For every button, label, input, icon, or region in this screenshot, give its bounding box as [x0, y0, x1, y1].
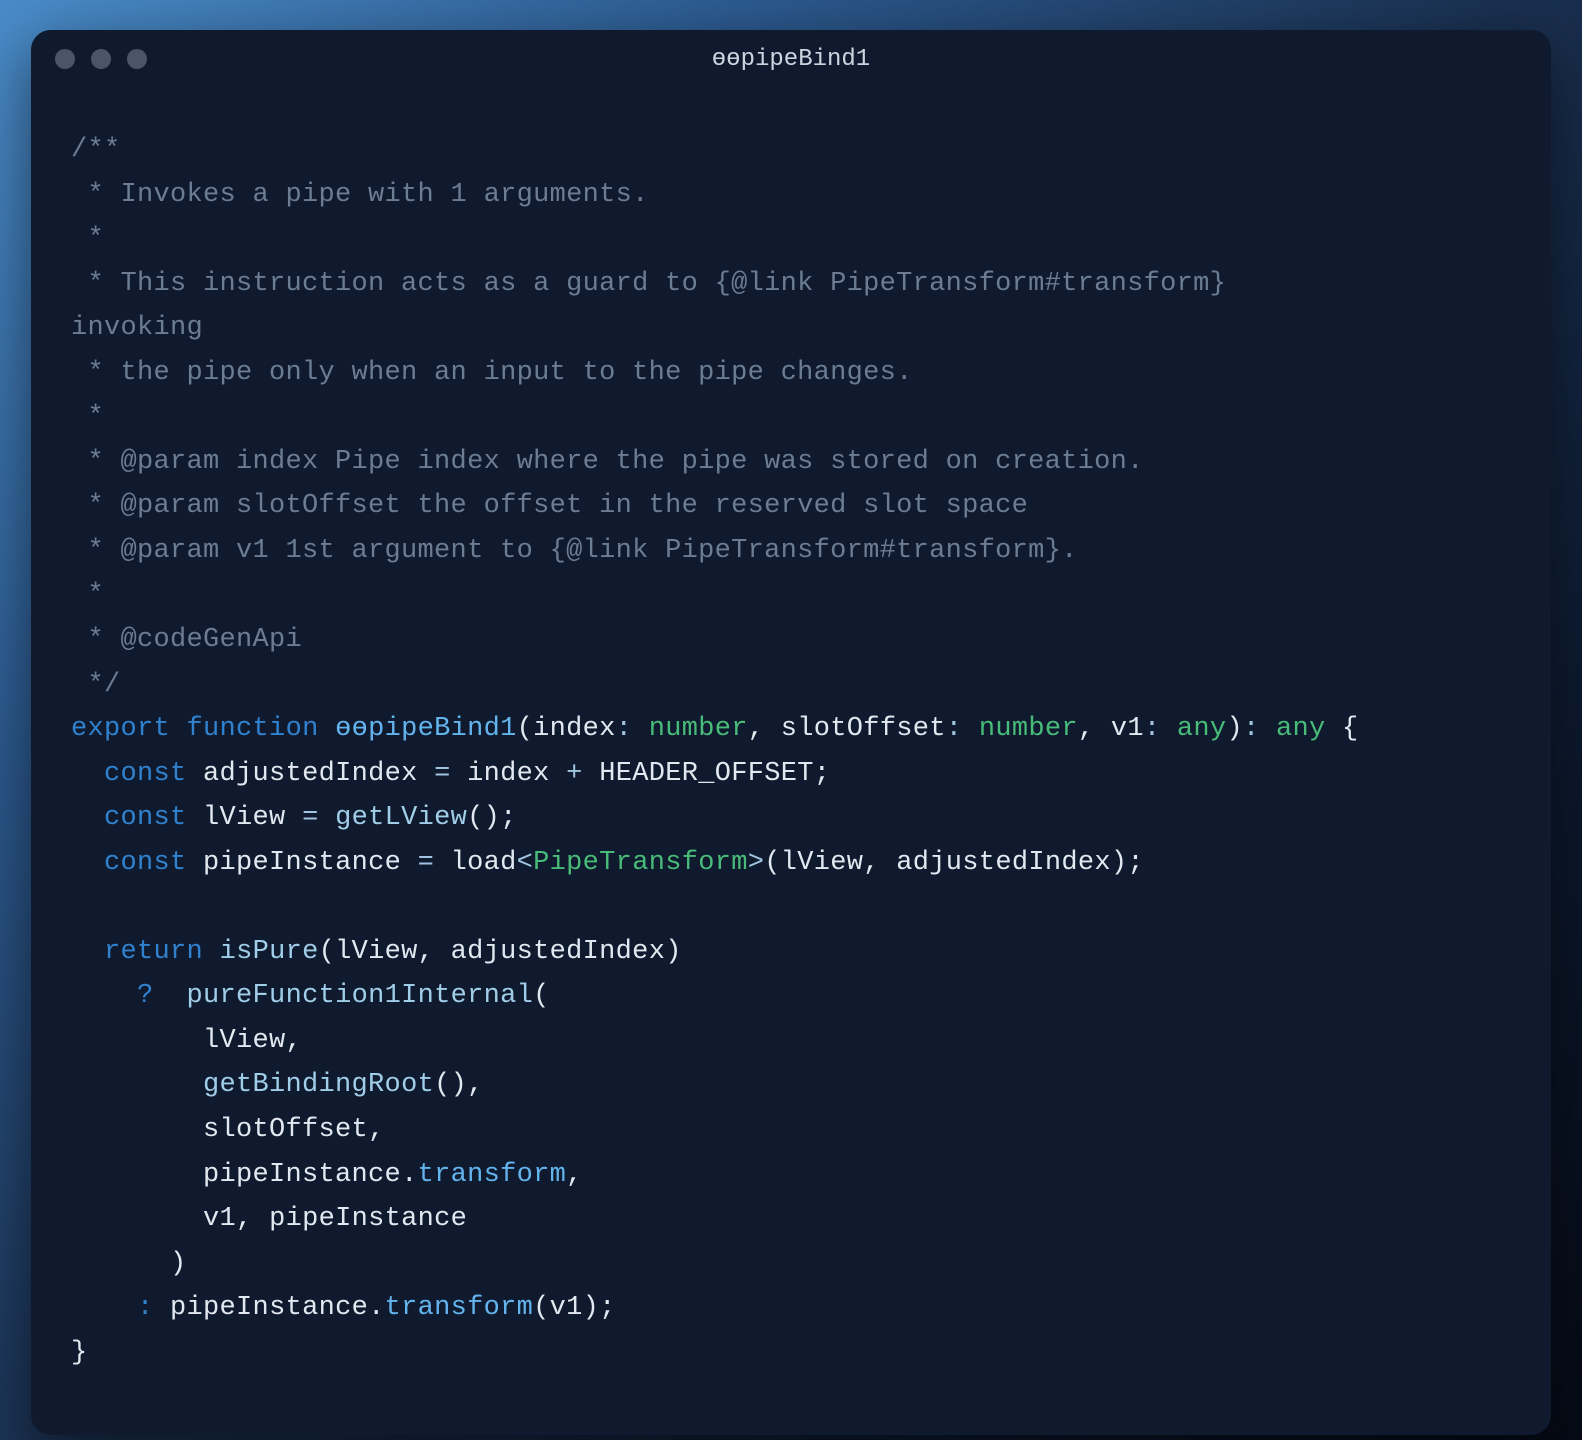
comment-line: *	[71, 224, 104, 254]
code-window: ɵɵpipeBind1 /** * Invokes a pipe with 1 …	[31, 30, 1551, 1435]
keyword-const: const	[104, 803, 187, 833]
comment-line: * Invokes a pipe with 1 arguments.	[71, 180, 649, 210]
var-adjustedindex: adjustedIndex	[203, 759, 418, 789]
traffic-lights	[55, 49, 147, 69]
call-purefunction1internal: pureFunction1Internal	[187, 981, 534, 1011]
titlebar: ɵɵpipeBind1	[31, 30, 1551, 88]
param-index: index	[533, 714, 616, 744]
comment-line: *	[71, 580, 104, 610]
keyword-function: function	[187, 714, 319, 744]
keyword-export: export	[71, 714, 170, 744]
window-title: ɵɵpipeBind1	[712, 46, 870, 73]
keyword-return: return	[104, 937, 203, 967]
param-slotoffset: slotOffset	[781, 714, 946, 744]
var-pipeinstance: pipeInstance	[203, 848, 401, 878]
comment-line: *	[71, 402, 104, 432]
type-pipetransform: PipeTransform	[533, 848, 748, 878]
comment-line: /**	[71, 135, 121, 165]
minimize-icon[interactable]	[91, 49, 111, 69]
call-getlview: getLView	[335, 803, 467, 833]
comment-line: * This instruction acts as a guard to {@…	[71, 269, 1226, 299]
call-ispure: isPure	[220, 937, 319, 967]
keyword-const: const	[104, 759, 187, 789]
const-header-offset: HEADER_OFFSET	[599, 759, 814, 789]
close-icon[interactable]	[55, 49, 75, 69]
param-v1: v1	[1111, 714, 1144, 744]
type-number: number	[649, 714, 748, 744]
prop-transform: transform	[418, 1160, 567, 1190]
type-number: number	[979, 714, 1078, 744]
comment-line: invoking	[71, 313, 203, 343]
type-any: any	[1177, 714, 1227, 744]
maximize-icon[interactable]	[127, 49, 147, 69]
function-name: ɵɵpipeBind1	[335, 714, 517, 744]
comment-line: * @param v1 1st argument to {@link PipeT…	[71, 536, 1078, 566]
comment-line: * @param index Pipe index where the pipe…	[71, 447, 1144, 477]
comment-line: * @param slotOffset the offset in the re…	[71, 491, 1028, 521]
code-editor[interactable]: /** * Invokes a pipe with 1 arguments. *…	[31, 88, 1551, 1435]
comment-line: */	[71, 670, 121, 700]
comment-line: * the pipe only when an input to the pip…	[71, 358, 913, 388]
keyword-const: const	[104, 848, 187, 878]
comment-line: * @codeGenApi	[71, 625, 302, 655]
type-any: any	[1276, 714, 1326, 744]
var-lview: lView	[203, 803, 286, 833]
call-getbindingroot: getBindingRoot	[203, 1070, 434, 1100]
prop-transform: transform	[385, 1293, 534, 1323]
